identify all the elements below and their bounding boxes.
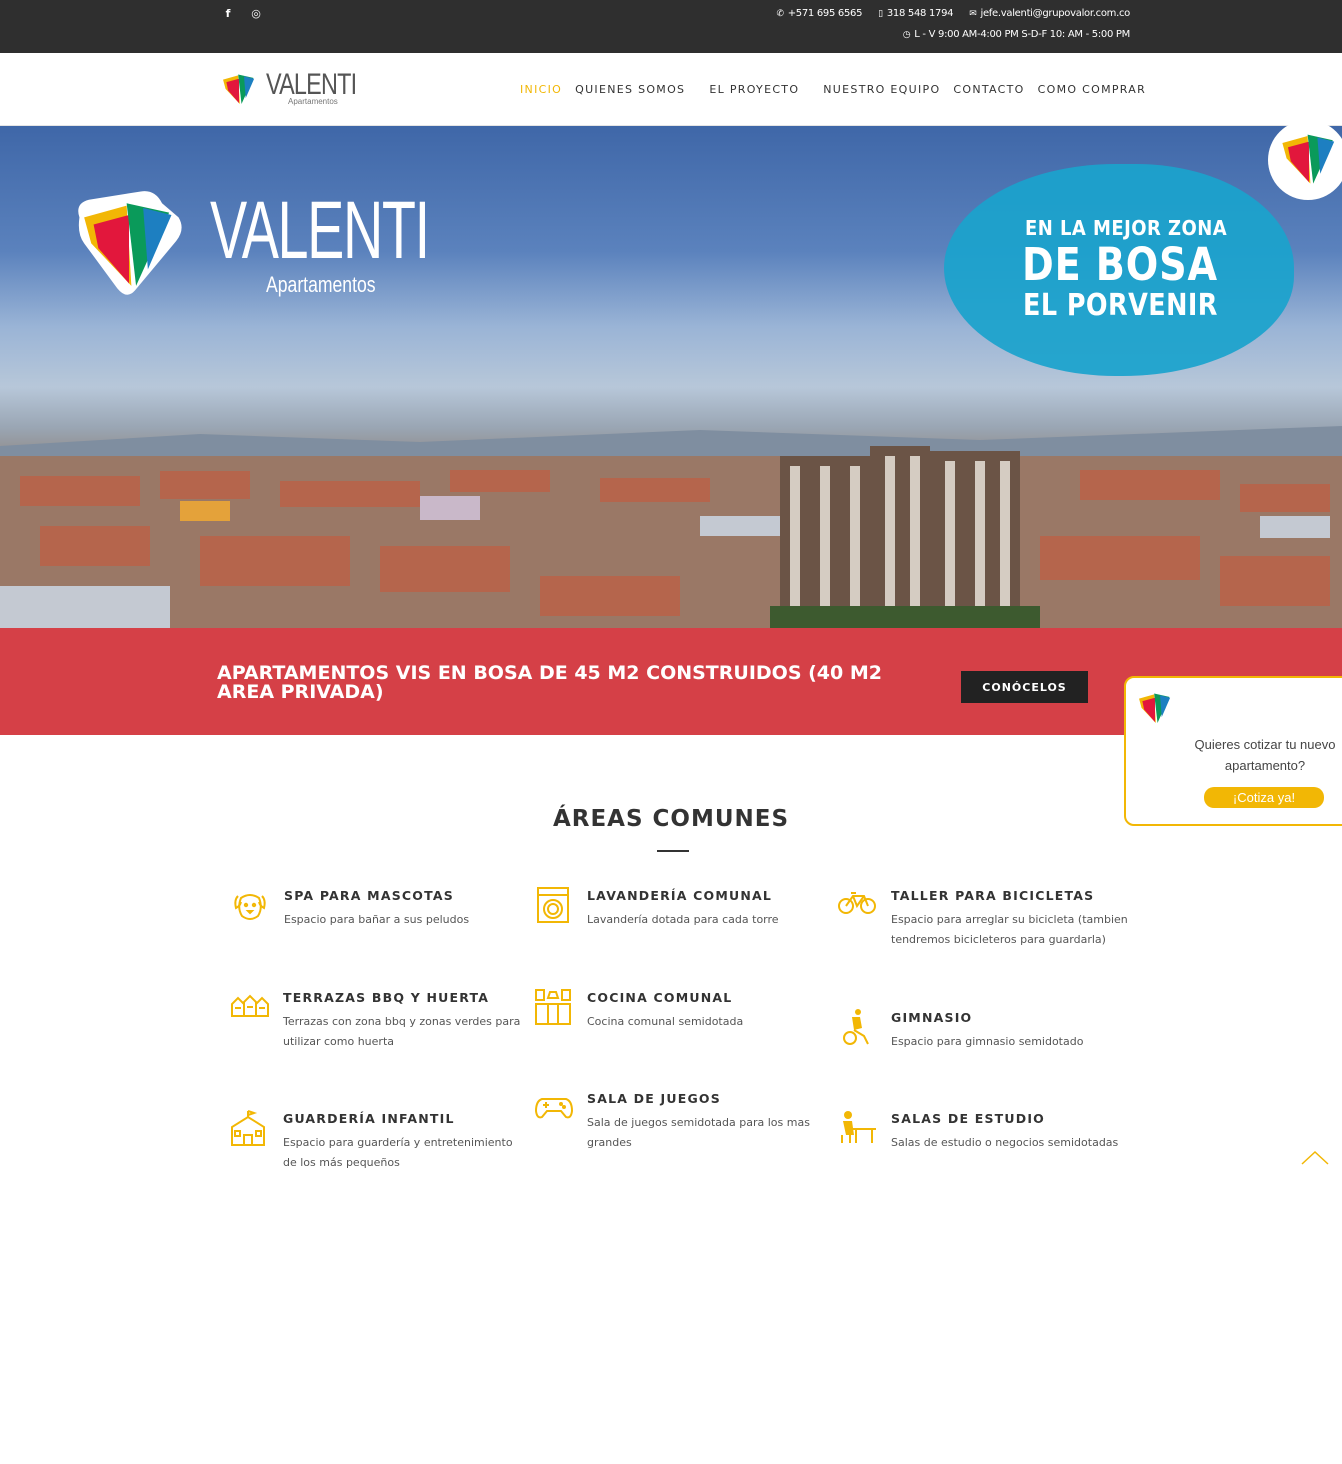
corner-logo-icon — [1282, 134, 1335, 184]
brand-name: VALENTI — [266, 68, 357, 101]
nav-el-proyecto[interactable]: EL PROYECTO — [709, 83, 799, 96]
nav-nuestro-equipo[interactable]: NUESTRO EQUIPO — [823, 83, 940, 96]
social-links: f ◎ — [222, 8, 262, 20]
feature-title: LAVANDERÍA COMUNAL — [587, 888, 773, 903]
email-address: jefe.valenti@grupovalor.com.co — [980, 8, 1130, 19]
scroll-top-chevron-icon[interactable] — [1300, 1148, 1330, 1168]
feature-description: Lavandería dotada para cada torre — [587, 913, 779, 926]
brand-logo[interactable]: VALENTI Apartamentos — [218, 67, 382, 109]
mobile-contact[interactable]: ▯ 318 548 1794 — [878, 8, 953, 19]
mobile-number: 318 548 1794 — [886, 8, 954, 19]
instagram-icon[interactable]: ◎ — [250, 8, 262, 20]
bubble-line-1: EN LA MEJOR ZONA — [1025, 216, 1228, 240]
hero-valenti-logo-icon — [78, 191, 182, 295]
business-hours: ◷ L - V 9:00 AM-4:00 PM S-D-F 10: AM - 5… — [902, 29, 1131, 40]
feature-title: SALAS DE ESTUDIO — [891, 1111, 1046, 1126]
exercise-bike-icon — [843, 1009, 869, 1045]
gamepad-icon — [534, 1098, 574, 1119]
feature-title: SPA PARA MASCOTAS — [284, 888, 454, 903]
quote-text: Quieres cotizar tu nuevo apartamento? — [1194, 737, 1336, 773]
nav-quienes-somos[interactable]: QUIENES SOMOS — [575, 83, 685, 96]
email-contact[interactable]: ✉ jefe.valenti@grupovalor.com.co — [969, 8, 1130, 19]
valenti-logo-icon — [220, 70, 258, 108]
feature-description: Salas de estudio o negocios semidotadas — [891, 1136, 1119, 1149]
corner-logo-badge[interactable] — [1268, 120, 1342, 200]
feature-title: TERRAZAS BBQ Y HUERTA — [283, 990, 490, 1005]
feature-title: GIMNASIO — [891, 1010, 973, 1025]
study-desk-icon — [841, 1111, 876, 1143]
title-divider — [657, 850, 689, 852]
washing-machine-icon — [537, 887, 569, 923]
feature-description: Sala de juegos semidotada para los mas g… — [587, 1116, 810, 1149]
contact-info: ✆ +571 695 6565 ▯ 318 548 1794 ✉ jefe.va… — [776, 8, 1130, 19]
conocelos-button[interactable]: CONÓCELOS — [961, 671, 1088, 703]
feature-description: Espacio para arreglar su bicicleta (tamb… — [891, 913, 1128, 946]
phone-number: +571 695 6565 — [787, 8, 863, 19]
promo-text: APARTAMENTOS VIS EN BOSA DE 45 M2 CONSTR… — [217, 662, 882, 703]
feature-description: Cocina comunal semidotada — [587, 1015, 744, 1028]
feature-description: Espacio para bañar a sus peludos — [284, 913, 470, 926]
feature-title: COCINA COMUNAL — [587, 990, 733, 1005]
feature-description: Espacio para gimnasio semidotado — [891, 1035, 1084, 1048]
clock-icon: ◷ — [902, 29, 911, 40]
feature-title: SALA DE JUEGOS — [587, 1091, 721, 1106]
houses-icon — [231, 994, 269, 1017]
bicycle-icon — [838, 892, 876, 914]
site-header: VALENTI Apartamentos INICIO QUIENES SOMO… — [0, 53, 1342, 126]
bubble-line-3: EL PORVENIR — [1023, 288, 1218, 323]
city-aerial-image — [0, 426, 1342, 628]
envelope-icon: ✉ — [969, 8, 977, 19]
hero-subtitle: Apartamentos — [266, 272, 376, 297]
cotiza-button[interactable]: ¡Cotiza ya! — [1204, 787, 1324, 808]
phone-icon: ✆ — [776, 8, 784, 19]
hours-text: L - V 9:00 AM-4:00 PM S-D-F 10: AM - 5:0… — [914, 29, 1130, 40]
nav-como-comprar[interactable]: COMO COMPRAR — [1038, 83, 1146, 96]
section-title: ÁREAS COMUNES — [552, 806, 790, 832]
feature-title: GUARDERÍA INFANTIL — [283, 1111, 455, 1126]
mobile-icon: ▯ — [878, 8, 883, 19]
phone-contact[interactable]: ✆ +571 695 6565 — [776, 8, 862, 19]
facebook-icon[interactable]: f — [222, 8, 234, 20]
bubble-line-2: DE BOSA — [1022, 238, 1218, 291]
feature-description: Terrazas con zona bbq y zonas verdes par… — [283, 1015, 521, 1048]
quote-logo-icon — [1139, 693, 1171, 723]
hero-title: VALENTI — [210, 185, 430, 276]
feature-description: Espacio para guardería y entretenimiento… — [283, 1136, 513, 1169]
school-icon — [231, 1110, 265, 1146]
feature-title: TALLER PARA BICICLETAS — [891, 888, 1095, 903]
main-nav: INICIO QUIENES SOMOS EL PROYECTO NUESTRO… — [520, 83, 1146, 96]
hero-banner: VALENTI Apartamentos EN LA MEJOR ZONA DE… — [0, 126, 1342, 628]
nav-contacto[interactable]: CONTACTO — [953, 83, 1024, 96]
kitchen-icon — [535, 989, 571, 1025]
top-bar: f ◎ ✆ +571 695 6565 ▯ 318 548 1794 ✉ jef… — [0, 0, 1342, 53]
dog-icon — [234, 894, 266, 920]
nav-inicio[interactable]: INICIO — [520, 83, 562, 96]
